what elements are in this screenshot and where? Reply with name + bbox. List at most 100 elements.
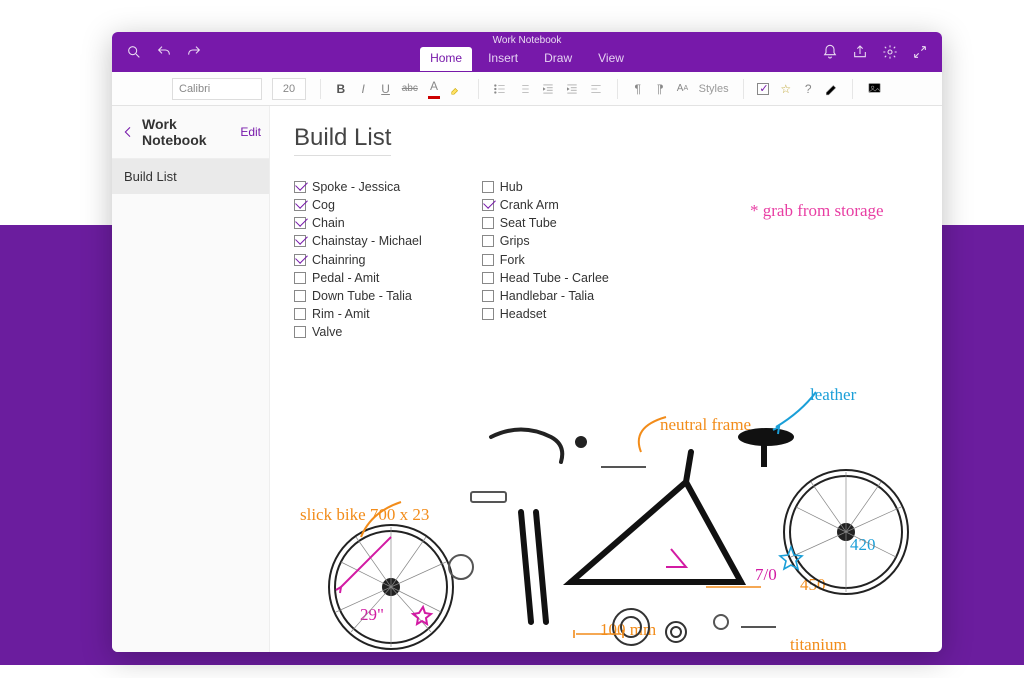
ribbon: B I U abc A ¶ ¶ AA Styles ✓ ☆ ? — [112, 72, 942, 106]
align-button[interactable] — [589, 79, 603, 99]
back-icon[interactable] — [120, 124, 136, 140]
titlebar: Work Notebook Home Insert Draw View — [112, 32, 942, 72]
checklist-item-label: Chain — [312, 214, 345, 232]
text-styles-icon[interactable]: AA — [676, 79, 688, 99]
checklist-item[interactable]: Chainring — [294, 251, 422, 269]
window-title: Work Notebook — [493, 35, 562, 46]
checklist-item-label: Grips — [500, 232, 530, 250]
checkbox-icon[interactable] — [294, 326, 306, 338]
page-title[interactable]: Build List — [294, 124, 391, 156]
indent-button[interactable] — [565, 79, 579, 99]
checkbox-icon[interactable] — [482, 254, 494, 266]
checklist-item-label: Cog — [312, 196, 335, 214]
clear-format-button[interactable] — [824, 79, 838, 99]
checklist-item-label: Headset — [500, 305, 547, 323]
checklist-item[interactable]: Crank Arm — [482, 196, 609, 214]
styles-label: Styles — [699, 83, 729, 95]
checklist-left: Spoke - JessicaCogChainChainstay - Micha… — [294, 178, 422, 341]
bell-icon[interactable] — [822, 44, 838, 60]
page-content: Build List Spoke - JessicaCogChainChains… — [270, 106, 942, 652]
question-tag-button[interactable]: ? — [802, 79, 814, 99]
sidebar-item-build-list[interactable]: Build List — [112, 159, 269, 194]
bold-button[interactable]: B — [335, 79, 347, 99]
titlebar-right — [822, 44, 942, 60]
underline-button[interactable]: U — [379, 79, 391, 99]
font-size-input[interactable] — [272, 78, 306, 100]
checklist-item-label: Handlebar - Talia — [500, 287, 594, 305]
checkbox-icon[interactable] — [482, 308, 494, 320]
tab-view[interactable]: View — [588, 47, 634, 71]
checklist-item-label: Down Tube - Talia — [312, 287, 412, 305]
undo-icon[interactable] — [156, 44, 172, 60]
checklist-item-label: Chainring — [312, 251, 366, 269]
checklist-item-label: Hub — [500, 178, 523, 196]
checkbox-icon[interactable] — [482, 217, 494, 229]
paragraph-rtl-icon[interactable]: ¶ — [654, 79, 666, 99]
bullets-button[interactable] — [493, 79, 507, 99]
checklist-item[interactable]: Down Tube - Talia — [294, 287, 422, 305]
titlebar-left — [112, 44, 202, 60]
checklist-item-label: Seat Tube — [500, 214, 557, 232]
checklist-item[interactable]: Chainstay - Michael — [294, 232, 422, 250]
numbering-button[interactable] — [517, 79, 531, 99]
tab-home[interactable]: Home — [420, 47, 472, 71]
checklist-item[interactable]: Pedal - Amit — [294, 269, 422, 287]
paragraph-ltr-icon[interactable]: ¶ — [632, 79, 644, 99]
checkbox-icon[interactable] — [294, 217, 306, 229]
strike-button[interactable]: abc — [402, 79, 418, 99]
sidebar-header: Work Notebook Edit — [112, 106, 269, 159]
checklist-item[interactable]: Head Tube - Carlee — [482, 269, 609, 287]
insert-image-button[interactable] — [867, 79, 882, 99]
highlight-button[interactable] — [450, 79, 464, 99]
checkbox-icon[interactable] — [294, 308, 306, 320]
checklist-item[interactable]: Grips — [482, 232, 609, 250]
bike-illustration — [270, 382, 942, 652]
todo-tag-button[interactable]: ✓ — [757, 79, 769, 99]
checkbox-icon[interactable] — [294, 181, 306, 193]
checklist-item-label: Chainstay - Michael — [312, 232, 422, 250]
sidebar: Work Notebook Edit Build List — [112, 106, 270, 652]
checklist-item-label: Rim - Amit — [312, 305, 370, 323]
checklist-item[interactable]: Rim - Amit — [294, 305, 422, 323]
checkbox-icon[interactable] — [294, 290, 306, 302]
checklist-item[interactable]: Hub — [482, 178, 609, 196]
expand-icon[interactable] — [912, 44, 928, 60]
redo-icon[interactable] — [186, 44, 202, 60]
checklist-item-label: Spoke - Jessica — [312, 178, 400, 196]
checkbox-icon[interactable] — [482, 181, 494, 193]
checkbox-icon[interactable] — [294, 272, 306, 284]
font-name-select[interactable] — [172, 78, 262, 100]
checkbox-icon[interactable] — [482, 272, 494, 284]
tab-draw[interactable]: Draw — [534, 47, 582, 71]
checklist-item[interactable]: Fork — [482, 251, 609, 269]
notebook-title: Work Notebook — [142, 116, 240, 148]
ribbon-tabs: Home Insert Draw View — [420, 47, 634, 71]
checkbox-icon[interactable] — [294, 235, 306, 247]
tab-insert[interactable]: Insert — [478, 47, 528, 71]
onenote-window: Work Notebook Home Insert Draw View B I … — [112, 32, 942, 652]
checklist-item-label: Crank Arm — [500, 196, 559, 214]
checklist-item[interactable]: Chain — [294, 214, 422, 232]
checkbox-icon[interactable] — [294, 254, 306, 266]
edit-button[interactable]: Edit — [240, 125, 261, 139]
search-icon[interactable] — [126, 44, 142, 60]
share-icon[interactable] — [852, 44, 868, 60]
font-color-button[interactable]: A — [428, 79, 440, 99]
checklist-item-label: Fork — [500, 251, 525, 269]
checklist-item[interactable]: Spoke - Jessica — [294, 178, 422, 196]
checkbox-icon[interactable] — [482, 290, 494, 302]
checkbox-icon[interactable] — [294, 199, 306, 211]
outdent-button[interactable] — [541, 79, 555, 99]
checklist-item[interactable]: Headset — [482, 305, 609, 323]
checklist-item[interactable]: Cog — [294, 196, 422, 214]
checklist-right: HubCrank ArmSeat TubeGripsForkHead Tube … — [482, 178, 609, 341]
gear-icon[interactable] — [882, 44, 898, 60]
checklist-item[interactable]: Valve — [294, 323, 422, 341]
checklist-item-label: Pedal - Amit — [312, 269, 379, 287]
checkbox-icon[interactable] — [482, 235, 494, 247]
star-tag-button[interactable]: ☆ — [780, 79, 792, 99]
checklist-item[interactable]: Seat Tube — [482, 214, 609, 232]
checkbox-icon[interactable] — [482, 199, 494, 211]
checklist-item[interactable]: Handlebar - Talia — [482, 287, 609, 305]
italic-button[interactable]: I — [357, 79, 369, 99]
